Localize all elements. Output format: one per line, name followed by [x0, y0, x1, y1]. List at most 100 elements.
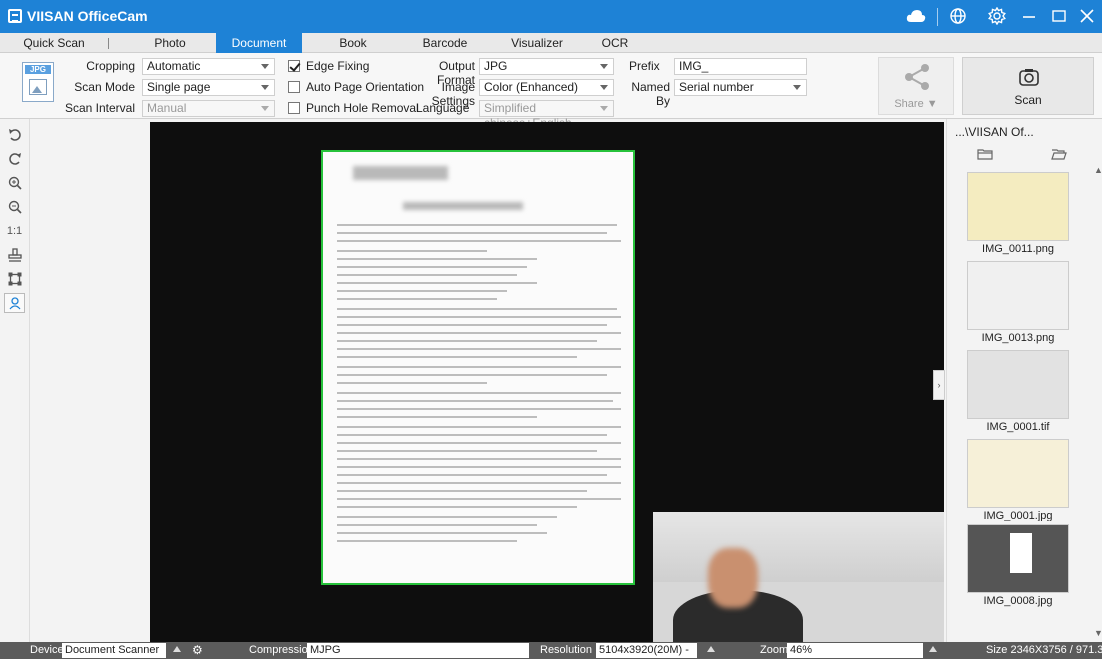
- prefix-input[interactable]: IMG_: [674, 58, 807, 75]
- open-folder-alt-button[interactable]: [1027, 145, 1091, 163]
- webcam-overlay: [653, 512, 944, 642]
- crop-frame-icon[interactable]: [4, 269, 25, 289]
- jpg-file-icon[interactable]: JPG: [22, 62, 54, 102]
- camera-icon: [1019, 69, 1039, 86]
- tab-barcode[interactable]: Barcode: [410, 33, 480, 53]
- image-settings-value: Color (Enhanced): [484, 80, 579, 94]
- chevron-down-icon: [600, 64, 608, 69]
- output-format-select[interactable]: JPG: [479, 58, 614, 75]
- tab-quick-scan[interactable]: Quick Scan: [20, 33, 88, 53]
- app-title: VIISAN OfficeCam: [27, 8, 148, 24]
- thumbnail-caption: IMG_0013.png: [981, 332, 1055, 344]
- device-select[interactable]: Document Scanner #1: [62, 643, 166, 659]
- app-logo-icon: [8, 9, 22, 23]
- checkbox-unchecked-icon: [288, 102, 300, 114]
- settings-ribbon: JPG Cropping Automatic Scan Mode Single …: [0, 53, 1102, 130]
- stamp-icon[interactable]: [4, 245, 25, 265]
- folder-open-icon: [1051, 149, 1067, 160]
- camera-preview[interactable]: [150, 122, 944, 642]
- actual-size-icon[interactable]: 1:1: [4, 221, 25, 241]
- scan-mode-select[interactable]: Single page: [142, 79, 275, 96]
- share-button[interactable]: Share ▼: [878, 57, 954, 115]
- thumbnail-item[interactable]: IMG_0013.png: [957, 258, 1079, 347]
- output-format-value: JPG: [484, 59, 508, 73]
- cropping-label: Cropping: [86, 59, 135, 73]
- chevron-up-icon[interactable]: [929, 646, 937, 652]
- globe-icon[interactable]: [945, 4, 971, 28]
- chevron-down-icon: [793, 85, 801, 90]
- left-toolbar: 1:1: [0, 119, 30, 642]
- close-icon[interactable]: [1074, 4, 1100, 28]
- scan-button[interactable]: Scan: [962, 57, 1094, 115]
- resolution-select[interactable]: 5104x3920(20M) - 213dpi: [596, 643, 697, 659]
- thumbnail-caption: IMG_0011.png: [982, 243, 1054, 255]
- thumbnail-image: [967, 350, 1069, 419]
- status-bar: Device Document Scanner #1 ⚙ Compression…: [0, 642, 1102, 659]
- compression-label: Compression: [249, 644, 314, 656]
- folder-path: ...\VIISAN Of...: [955, 125, 1034, 139]
- thumbnail-caption: IMG_0008.jpg: [983, 595, 1053, 607]
- zoom-in-icon[interactable]: [4, 173, 25, 193]
- device-label: Device: [30, 644, 64, 656]
- thumbnail-page: [1010, 533, 1032, 573]
- scan-interval-label: Scan Interval: [64, 101, 135, 115]
- auto-orientation-checkbox[interactable]: Auto Page Orientation: [288, 80, 424, 94]
- zoom-out-icon[interactable]: [4, 197, 25, 217]
- cropping-select[interactable]: Automatic: [142, 58, 275, 75]
- adjust-sliders-icon[interactable]: ⚙: [192, 643, 203, 657]
- thumbnail-item-selected[interactable]: IMG_0008.jpg: [957, 521, 1079, 610]
- face-camera-icon[interactable]: [4, 293, 25, 313]
- maximize-icon[interactable]: [1046, 4, 1072, 28]
- rotate-left-icon[interactable]: [4, 125, 25, 145]
- minimize-icon[interactable]: [1016, 4, 1042, 28]
- scan-label: Scan: [1014, 93, 1042, 107]
- compression-select[interactable]: MJPG: [307, 643, 529, 658]
- tab-photo[interactable]: Photo: [135, 33, 205, 53]
- chevron-up-icon[interactable]: [707, 646, 715, 652]
- tab-divider: [108, 38, 109, 49]
- mode-tab-bar: Quick Scan Photo Document Book Barcode V…: [0, 33, 1102, 53]
- tab-visualizer[interactable]: Visualizer: [497, 33, 577, 53]
- thumbnail-image: [967, 261, 1069, 330]
- prefix-label: Prefix: [629, 59, 660, 73]
- zoom-select[interactable]: 46%: [787, 643, 923, 658]
- chevron-down-icon: [261, 64, 269, 69]
- tab-ocr[interactable]: OCR: [590, 33, 640, 53]
- chevron-up-icon[interactable]: [173, 646, 181, 652]
- scan-interval-select[interactable]: Manual: [142, 100, 275, 117]
- share-label: Share ▼: [894, 98, 938, 110]
- named-by-select[interactable]: Serial number: [674, 79, 807, 96]
- thumbnail-item[interactable]: IMG_0001.tif: [957, 347, 1079, 436]
- cropping-value: Automatic: [147, 59, 201, 73]
- share-icon: [905, 64, 929, 90]
- named-by-value: Serial number: [679, 80, 754, 94]
- punch-hole-checkbox[interactable]: Punch Hole Removal: [288, 101, 419, 115]
- settings-gear-icon[interactable]: [984, 4, 1010, 28]
- chevron-down-icon: [600, 85, 608, 90]
- rotate-right-icon[interactable]: [4, 149, 25, 169]
- scan-mode-value: Single page: [147, 80, 211, 94]
- thumbnail-item[interactable]: IMG_0011.png: [957, 169, 1079, 258]
- document-crop-frame[interactable]: [321, 150, 635, 585]
- resolution-label: Resolution: [540, 644, 592, 656]
- language-select[interactable]: Simplified chinese+English: [479, 100, 614, 130]
- edge-fixing-label: Edge Fixing: [306, 59, 370, 73]
- tab-book[interactable]: Book: [318, 33, 388, 53]
- image-size-text: Size 2346X3756 / 971.3KB: [986, 644, 1102, 656]
- open-folder-button[interactable]: [953, 145, 1017, 163]
- chevron-down-icon: [600, 106, 608, 111]
- tab-document[interactable]: Document: [216, 33, 302, 53]
- chevron-down-icon: [261, 85, 269, 90]
- scroll-up-arrow-icon[interactable]: ▲: [1094, 165, 1102, 175]
- cloud-icon[interactable]: [903, 4, 929, 28]
- title-bar: VIISAN OfficeCam: [0, 0, 1102, 33]
- thumbnail-caption: IMG_0001.tif: [986, 421, 1050, 433]
- scroll-down-arrow-icon[interactable]: ▼: [1094, 628, 1102, 638]
- image-settings-select[interactable]: Color (Enhanced): [479, 79, 614, 96]
- thumbnail-item[interactable]: IMG_0001.jpg: [957, 436, 1079, 525]
- thumbnail-image: [967, 439, 1069, 508]
- edge-fixing-checkbox[interactable]: Edge Fixing: [288, 59, 398, 73]
- checkbox-checked-icon: [288, 60, 300, 72]
- panel-collapse-chevron-icon[interactable]: ›: [933, 370, 945, 400]
- file-browser-panel: ...\VIISAN Of... IMG_0011.png IMG_0013.p…: [946, 119, 1102, 642]
